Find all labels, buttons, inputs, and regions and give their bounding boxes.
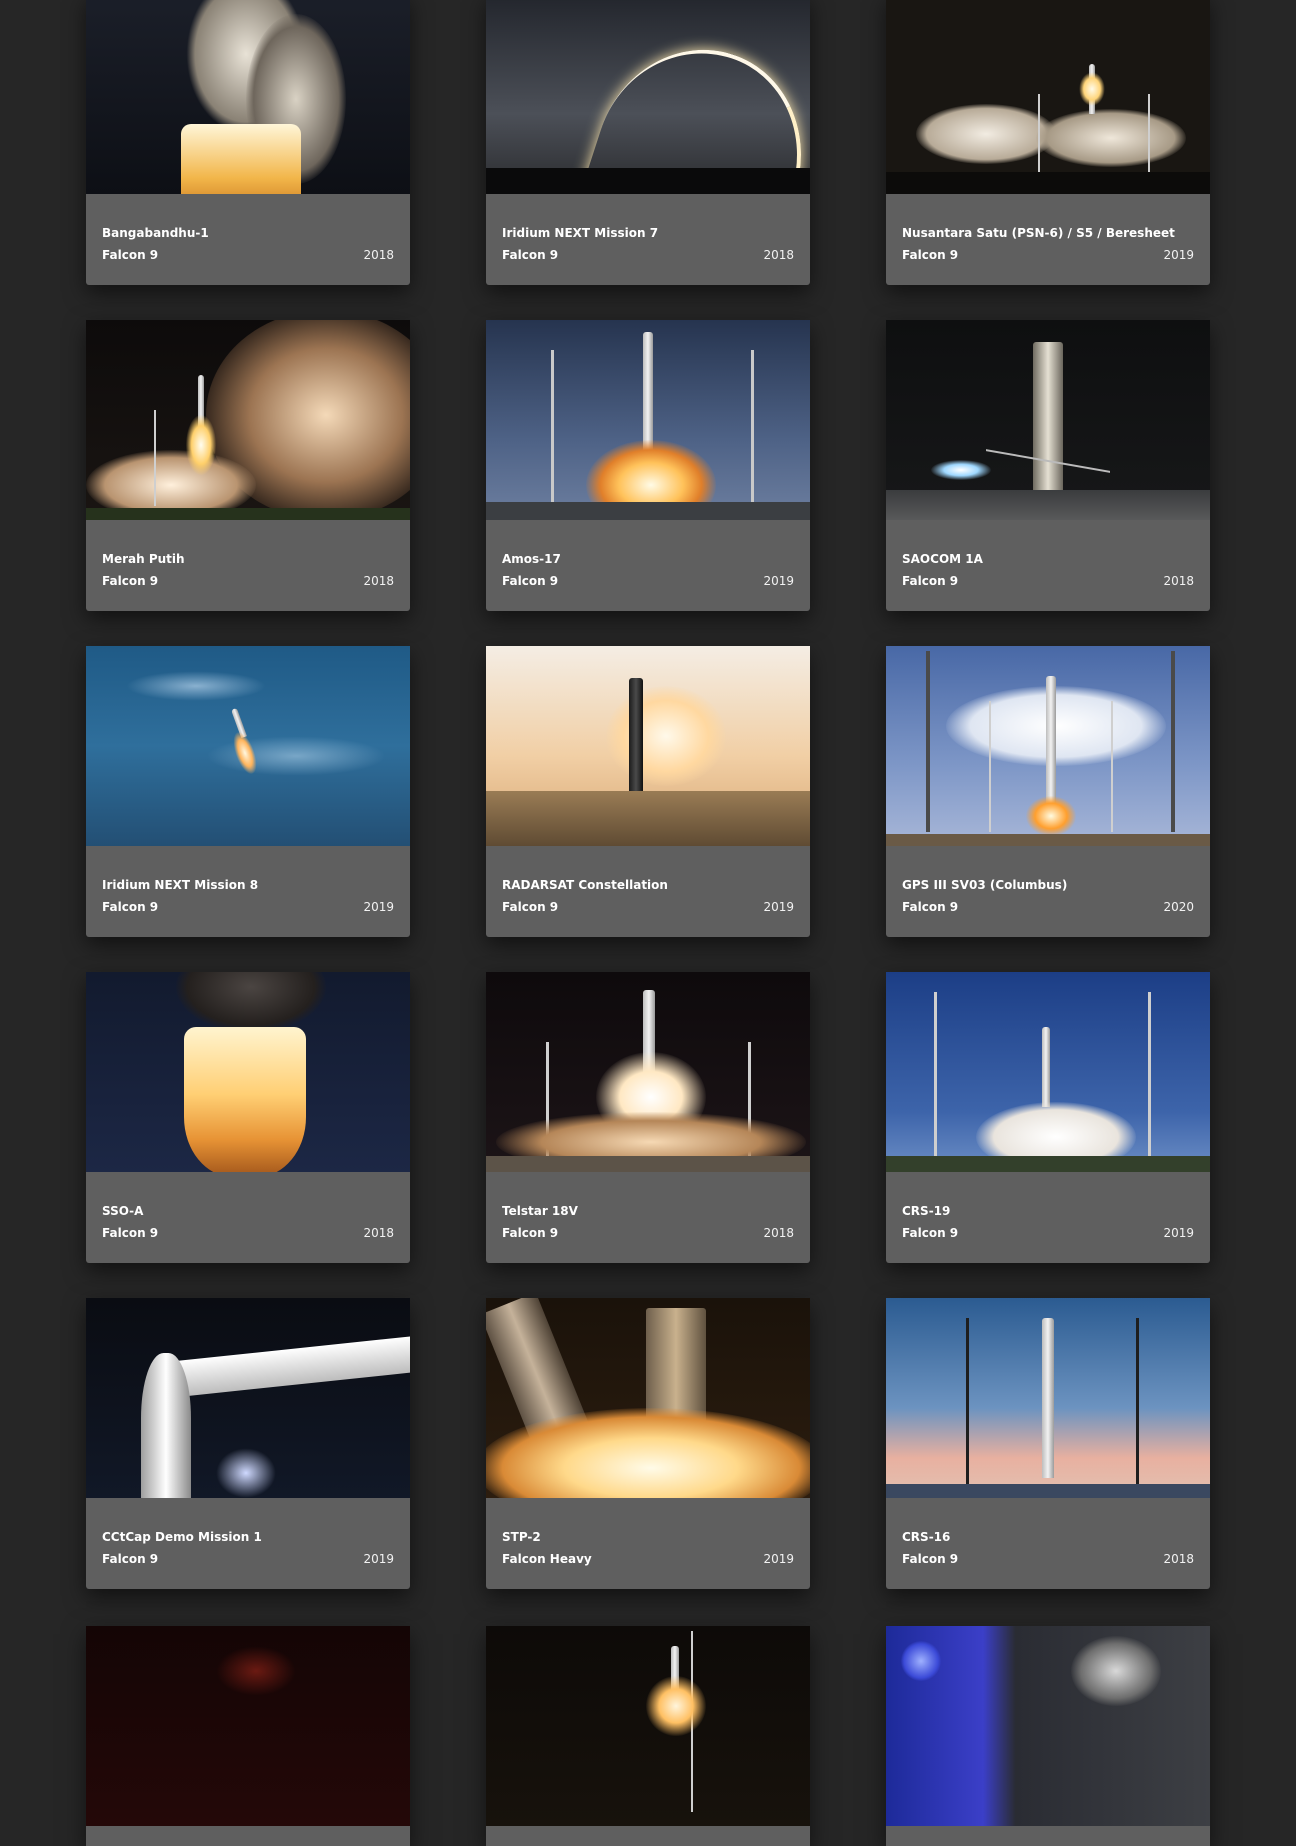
mission-name: Nusantara Satu (PSN-6) / S5 / Beresheet [902,226,1175,240]
launch-card-iridium-next-mission-7[interactable]: Iridium NEXT Mission 7 Falcon 9 2018 [486,0,810,285]
launch-info: GPS III SV03 (Columbus) Falcon 9 2020 [886,846,1210,937]
mission-name: GPS III SV03 (Columbus) [902,878,1068,892]
mission-name: CCtCap Demo Mission 1 [102,1530,262,1544]
launch-photo[interactable] [86,972,410,1172]
launch-card-partial[interactable] [886,1626,1210,1846]
launch-photo[interactable] [886,320,1210,520]
mission-name: Merah Putih [102,552,185,566]
launch-photo[interactable] [86,1626,410,1826]
launch-info: Iridium NEXT Mission 8 Falcon 9 2019 [86,846,410,937]
launch-card-sso-a[interactable]: SSO-A Falcon 9 2018 [86,972,410,1263]
rocket-name: Falcon 9 [902,248,959,262]
launch-card-amos-17[interactable]: Amos-17 Falcon 9 2019 [486,320,810,611]
launch-year: 2019 [363,900,394,914]
launch-year: 2019 [363,1552,394,1566]
launch-year: 2018 [1163,574,1194,588]
launch-year: 2019 [763,1552,794,1566]
rocket-name: Falcon 9 [902,574,959,588]
launch-card-crs-19[interactable]: CRS-19 Falcon 9 2019 [886,972,1210,1263]
launch-card-merah-putih[interactable]: Merah Putih Falcon 9 2018 [86,320,410,611]
launch-card-nusantara-satu-psn-6-s5-beresheet[interactable]: Nusantara Satu (PSN-6) / S5 / Beresheet … [886,0,1210,285]
launch-year: 2020 [1163,900,1194,914]
launch-card-cctcap-demo-mission-1[interactable]: CCtCap Demo Mission 1 Falcon 9 2019 [86,1298,410,1589]
launch-gallery-grid: Bangabandhu-1 Falcon 9 2018 Iridium NEXT… [0,0,1296,1846]
launch-photo[interactable] [486,972,810,1172]
mission-name: CRS-19 [902,1204,951,1218]
launch-info: Amos-17 Falcon 9 2019 [486,520,810,611]
rocket-name: Falcon 9 [102,900,159,914]
launch-card-saocom-1a[interactable]: SAOCOM 1A Falcon 9 2018 [886,320,1210,611]
launch-info: Nusantara Satu (PSN-6) / S5 / Beresheet … [886,194,1210,285]
launch-year: 2018 [363,1226,394,1240]
launch-photo[interactable] [486,1626,810,1826]
launch-photo[interactable] [86,320,410,520]
launch-card-bangabandhu-1[interactable]: Bangabandhu-1 Falcon 9 2018 [86,0,410,285]
launch-card-stp-2[interactable]: STP-2 Falcon Heavy 2019 [486,1298,810,1589]
launch-info: CCtCap Demo Mission 1 Falcon 9 2019 [86,1498,410,1589]
launch-photo[interactable] [86,646,410,846]
launch-photo[interactable] [886,1298,1210,1498]
launch-photo[interactable] [86,1298,410,1498]
mission-name: Iridium NEXT Mission 8 [102,878,259,892]
rocket-name: Falcon 9 [902,1226,959,1240]
launch-photo[interactable] [886,1626,1210,1826]
rocket-name: Falcon 9 [502,900,559,914]
launch-year: 2018 [763,1226,794,1240]
launch-info: STP-2 Falcon Heavy 2019 [486,1498,810,1589]
mission-name: Telstar 18V [502,1204,578,1218]
rocket-name: Falcon 9 [102,1226,159,1240]
rocket-name: Falcon 9 [102,1552,159,1566]
launch-year: 2018 [763,248,794,262]
launch-info: SAOCOM 1A Falcon 9 2018 [886,520,1210,611]
launch-info: Iridium NEXT Mission 7 Falcon 9 2018 [486,194,810,285]
launch-info: Merah Putih Falcon 9 2018 [86,520,410,611]
mission-name: Amos-17 [502,552,561,566]
launch-info: RADARSAT Constellation Falcon 9 2019 [486,846,810,937]
rocket-name: Falcon 9 [902,900,959,914]
mission-name: Bangabandhu-1 [102,226,209,240]
launch-card-radarsat-constellation[interactable]: RADARSAT Constellation Falcon 9 2019 [486,646,810,937]
launch-photo[interactable] [486,0,810,194]
launch-card-partial[interactable] [486,1626,810,1846]
launch-photo[interactable] [886,0,1210,194]
launch-year: 2019 [763,900,794,914]
launch-year: 2018 [1163,1552,1194,1566]
launch-card-crs-16[interactable]: CRS-16 Falcon 9 2018 [886,1298,1210,1589]
launch-photo[interactable] [86,0,410,194]
launch-year: 2018 [363,248,394,262]
mission-name: Iridium NEXT Mission 7 [502,226,659,240]
launch-photo[interactable] [486,1298,810,1498]
launch-info: Bangabandhu-1 Falcon 9 2018 [86,194,410,285]
rocket-name: Falcon 9 [502,574,559,588]
launch-card-telstar-18v[interactable]: Telstar 18V Falcon 9 2018 [486,972,810,1263]
launch-card-partial[interactable] [86,1626,410,1846]
mission-name: CRS-16 [902,1530,951,1544]
launch-info: CRS-19 Falcon 9 2019 [886,1172,1210,1263]
mission-name: RADARSAT Constellation [502,878,668,892]
rocket-name: Falcon 9 [902,1552,959,1566]
launch-photo[interactable] [486,320,810,520]
launch-photo[interactable] [886,646,1210,846]
launch-year: 2018 [363,574,394,588]
mission-name: SSO-A [102,1204,144,1218]
rocket-name: Falcon 9 [102,574,159,588]
launch-photo[interactable] [486,646,810,846]
rocket-name: Falcon 9 [502,248,559,262]
launch-info: CRS-16 Falcon 9 2018 [886,1498,1210,1589]
launch-year: 2019 [763,574,794,588]
launch-photo[interactable] [886,972,1210,1172]
launch-card-iridium-next-mission-8[interactable]: Iridium NEXT Mission 8 Falcon 9 2019 [86,646,410,937]
rocket-name: Falcon 9 [502,1226,559,1240]
launch-info: SSO-A Falcon 9 2018 [86,1172,410,1263]
rocket-name: Falcon Heavy [502,1552,592,1566]
launch-info: Telstar 18V Falcon 9 2018 [486,1172,810,1263]
launch-year: 2019 [1163,1226,1194,1240]
mission-name: SAOCOM 1A [902,552,983,566]
launch-year: 2019 [1163,248,1194,262]
mission-name: STP-2 [502,1530,541,1544]
launch-card-gps-iii-sv03-columbus[interactable]: GPS III SV03 (Columbus) Falcon 9 2020 [886,646,1210,937]
rocket-name: Falcon 9 [102,248,159,262]
